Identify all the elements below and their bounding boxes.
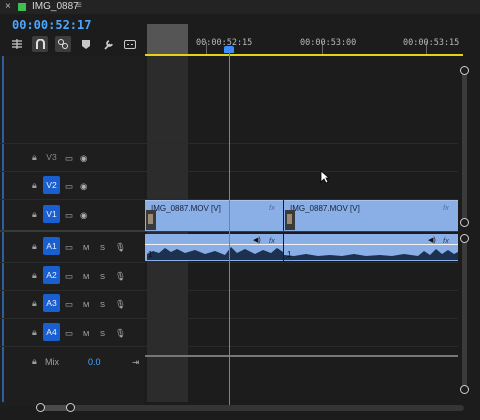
snap-magnet-icon[interactable] [32,36,48,52]
microphone-icon[interactable]: 🎙︎ [115,328,126,338]
audio-vertical-scrollbar[interactable] [462,234,467,392]
zoom-handle-right[interactable] [66,403,75,412]
lock-icon[interactable]: 🔒︎ [32,328,40,337]
panel-menu-icon[interactable]: ≡ [76,0,82,11]
eye-icon[interactable]: ◉ [80,153,87,163]
linked-selection-icon[interactable] [55,36,71,52]
lock-icon[interactable]: 🔒︎ [32,299,40,308]
track-target-a2[interactable]: A2 [43,266,60,284]
channel-number: 1 [148,250,153,259]
close-tab-icon[interactable]: × [5,1,11,12]
channel-number: 1 [287,250,292,259]
audio-clip[interactable]: ◀︎) fx 1 [284,234,458,261]
eye-icon[interactable]: ◉ [80,210,87,220]
panel-focus-border [2,56,4,402]
lock-icon[interactable]: 🔒︎ [32,210,40,219]
track-target-v3[interactable]: V3 [43,148,60,166]
track-target-v2[interactable]: V2 [43,176,60,194]
mouse-pointer-icon [320,170,330,184]
scrollbar-handle[interactable] [460,218,469,227]
lock-icon[interactable]: 🔒︎ [32,242,40,251]
ruler-label: 00:00:53:15 [403,38,460,48]
audio-waveform [147,247,283,260]
playhead-handle[interactable] [224,46,234,53]
go-to-end-icon[interactable]: ⇥ [132,357,139,367]
clip-name: IMG_0887.MOV [V] [290,204,360,213]
lock-icon[interactable]: 🔒︎ [32,153,40,162]
solo-button[interactable]: S [100,243,105,252]
ruler-label: 00:00:53:00 [300,38,357,48]
solo-button[interactable]: S [100,300,105,309]
video-clip[interactable]: IMG_0887.MOV [V] fx [145,200,283,231]
sync-lock-icon[interactable]: ▭ [65,299,73,309]
insert-overwrite-icon[interactable] [9,36,25,52]
mute-button[interactable]: M [83,272,89,281]
track-target-v1[interactable]: V1 [43,205,60,223]
audio-clip[interactable]: ◀︎) fx 1 [145,234,283,261]
ruler-shaded-region [147,24,188,54]
fx-badge: fx [443,236,449,245]
microphone-icon[interactable]: 🎙︎ [115,242,126,252]
video-vertical-scrollbar[interactable] [462,66,467,226]
fx-badge: fx [269,236,275,245]
mix-volume-line[interactable] [145,355,458,357]
sync-lock-icon[interactable]: ▭ [65,153,73,163]
sync-lock-icon[interactable]: ▭ [65,271,73,281]
speaker-icon: ◀︎) [428,237,436,244]
volume-line[interactable] [284,244,458,245]
sync-lock-icon[interactable]: ▭ [65,328,73,338]
clip-thumbnail [285,210,295,230]
track-target-a3[interactable]: A3 [43,294,60,312]
scrollbar-handle[interactable] [460,234,469,243]
playhead-line[interactable] [229,50,230,406]
mix-volume-value[interactable]: 0.0 [88,357,101,367]
microphone-icon[interactable]: 🎙︎ [115,271,126,281]
playhead-timecode[interactable]: 00:00:52:17 [12,18,91,32]
sequence-tab-title[interactable]: IMG_0887 [32,1,79,12]
horizontal-zoom-scrollbar[interactable] [38,405,464,411]
track-target-a1[interactable]: A1 [43,237,60,255]
microphone-icon[interactable]: 🎙︎ [115,299,126,309]
zoom-handle-left[interactable] [36,403,45,412]
solo-button[interactable]: S [100,329,105,338]
scrollbar-handle[interactable] [460,66,469,75]
wrench-settings-icon[interactable] [100,36,116,52]
lock-icon[interactable]: 🔒︎ [32,357,40,366]
clip-thumbnail [146,210,156,230]
track-target-a4[interactable]: A4 [43,323,60,341]
clip-name: IMG_0887.MOV [V] [151,204,221,213]
video-clip[interactable]: IMG_0887.MOV [V] fx [284,200,458,231]
work-area-bar[interactable] [145,54,463,56]
sync-lock-icon[interactable]: ▭ [65,181,73,191]
speaker-icon: ◀︎) [253,237,261,244]
scrollbar-handle[interactable] [460,385,469,394]
add-marker-icon[interactable] [78,36,94,52]
volume-line[interactable] [145,244,283,245]
sync-lock-icon[interactable]: ▭ [65,242,73,252]
mute-button[interactable]: M [83,329,89,338]
captions-icon[interactable] [122,36,138,52]
mute-button[interactable]: M [83,300,89,309]
mix-track-label: Mix [45,357,59,367]
lock-icon[interactable]: 🔒︎ [32,271,40,280]
sequence-color-swatch [18,3,26,11]
mute-button[interactable]: M [83,243,89,252]
sync-lock-icon[interactable]: ▭ [65,210,73,220]
lock-icon[interactable]: 🔒︎ [32,181,40,190]
eye-icon[interactable]: ◉ [80,181,87,191]
solo-button[interactable]: S [100,272,105,281]
fx-badge: fx [443,203,449,212]
fx-badge: fx [269,203,275,212]
